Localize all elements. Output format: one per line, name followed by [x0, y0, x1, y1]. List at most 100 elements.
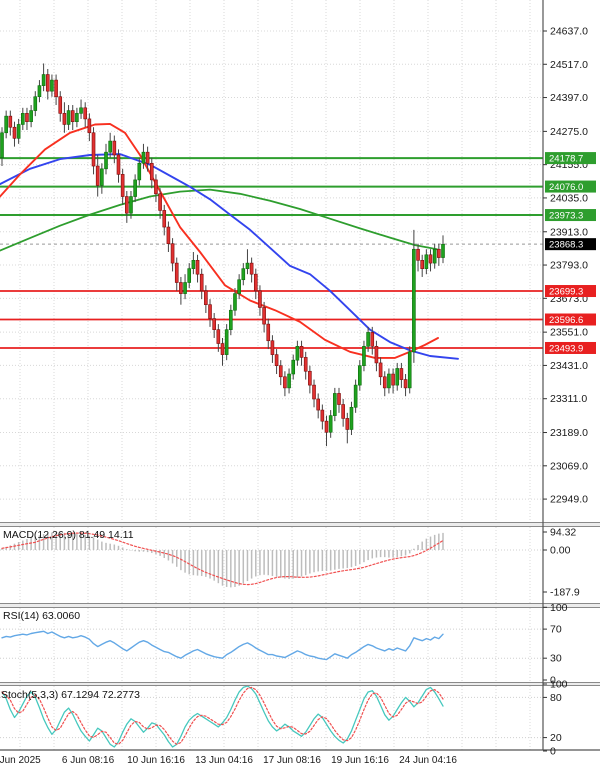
candle-body: [25, 113, 29, 122]
stoch-axis-label: 0: [550, 746, 556, 758]
candle-body: [149, 162, 154, 181]
candle-body: [54, 79, 58, 98]
time-axis-label: 10 Jun 16:16: [127, 755, 185, 766]
candle-body: [337, 393, 341, 405]
candle-body: [179, 282, 183, 294]
candle-body: [216, 329, 221, 344]
candle-body: [303, 357, 308, 372]
candle-body: [424, 254, 429, 269]
time-axis-label: 17 Jun 08:16: [263, 755, 321, 766]
candle-body: [204, 290, 208, 305]
time-axis-label: 6 Jun 08:16: [62, 755, 115, 766]
candle-body: [174, 262, 179, 283]
candle-body: [320, 409, 325, 422]
candle-body: [58, 96, 63, 114]
candle-body: [45, 74, 50, 92]
candle-body: [8, 115, 13, 128]
time-axis[interactable]: 4 Jun 2025 6 Jun 08:16 10 Jun 16:16 13 Jun …: [0, 755, 457, 766]
candle-body: [4, 115, 8, 134]
candle-body: [66, 110, 71, 125]
candle-body: [0, 132, 4, 159]
rsi-axis-label: 30: [550, 653, 562, 665]
candle-body: [29, 110, 33, 122]
rsi-indicator-label: RSI(14) 63.0060: [3, 610, 80, 622]
candle-body: [41, 74, 46, 86]
stoch-axis-label: 20: [550, 732, 562, 744]
support-price-badge-text: 23699.3: [549, 287, 583, 298]
candle-body: [191, 260, 196, 269]
candle-body: [362, 345, 366, 367]
candle-body: [353, 384, 358, 408]
price-tick-label: 24397.0: [550, 92, 588, 104]
candle-body: [249, 262, 254, 275]
candle-body: [370, 332, 375, 347]
candle-body: [366, 332, 370, 347]
candle-body: [75, 113, 79, 122]
time-axis-label: 13 Jun 04:16: [195, 755, 253, 766]
candle-body: [62, 113, 67, 125]
candle-body: [233, 293, 237, 311]
chart-window: 24637.0 24517.0 24397.0 24275.0 24155.0 24035…: [0, 0, 600, 767]
price-tick-label: 23189.0: [550, 427, 588, 439]
candle-body: [208, 304, 212, 319]
resistance-price-badge-text: 23973.3: [549, 211, 583, 222]
stoch-axis-label: 80: [550, 692, 562, 704]
candle-body: [237, 279, 241, 294]
candle-body: [166, 226, 171, 244]
stoch-axis-label: 100: [550, 679, 568, 691]
candle-body: [391, 373, 395, 386]
candle-body: [312, 384, 316, 400]
candle-body: [212, 318, 216, 330]
candle-body: [145, 151, 150, 164]
candle-body: [241, 268, 246, 281]
price-tick-label: 23069.0: [550, 460, 588, 472]
candle-body: [162, 210, 167, 228]
resistance-price-badge-text: 24076.0: [549, 182, 583, 193]
macd-axis-label: 0.00: [550, 545, 571, 557]
candle-body: [349, 406, 354, 430]
candle-body: [274, 354, 279, 367]
candle-body: [299, 345, 304, 358]
candle-body: [266, 323, 271, 342]
support-price-badge-text: 23596.6: [549, 315, 583, 326]
candle-body: [21, 113, 25, 125]
candle-body: [195, 260, 200, 275]
price-tick-label: 23551.0: [550, 327, 588, 339]
candle-body: [258, 290, 262, 308]
price-tick-label: 23793.0: [550, 260, 588, 272]
rsi-axis-label: 100: [550, 602, 568, 614]
candle-body: [224, 329, 229, 355]
candle-body: [220, 343, 225, 355]
candle-body: [328, 415, 333, 433]
candle-body: [199, 273, 204, 292]
candle-body: [357, 365, 362, 386]
candle-body: [291, 359, 296, 375]
candle-body: [253, 273, 258, 292]
candle-body: [412, 248, 416, 353]
candle-body: [112, 140, 117, 156]
candle-body: [245, 262, 250, 269]
time-axis-label: 4 Jun 2025: [0, 755, 41, 766]
price-tick-label: 23311.0: [550, 393, 587, 405]
price-tick-label: 24275.0: [550, 126, 588, 138]
candle-body: [187, 268, 192, 283]
price-tick-label: 24517.0: [550, 59, 588, 71]
candle-body: [441, 243, 445, 258]
candle-body: [407, 351, 412, 389]
candle-body: [295, 345, 300, 361]
candle-body: [158, 193, 162, 211]
candle-body: [95, 165, 100, 186]
candle-body: [341, 404, 345, 419]
candle-body: [333, 393, 337, 416]
price-tick-label: 24035.0: [550, 192, 588, 204]
candle-body: [154, 179, 158, 195]
candle-body: [308, 370, 312, 386]
price-tick-label: 24637.0: [550, 26, 588, 38]
candle-body: [428, 254, 433, 264]
candle-body: [129, 196, 133, 214]
candle-body: [229, 309, 233, 330]
price-tick-label: 23431.0: [550, 360, 588, 372]
candle-body: [420, 260, 424, 269]
candle-body: [416, 248, 420, 261]
macd-indicator-label: MACD(12,26,9) 81.49 14.11: [3, 529, 134, 541]
